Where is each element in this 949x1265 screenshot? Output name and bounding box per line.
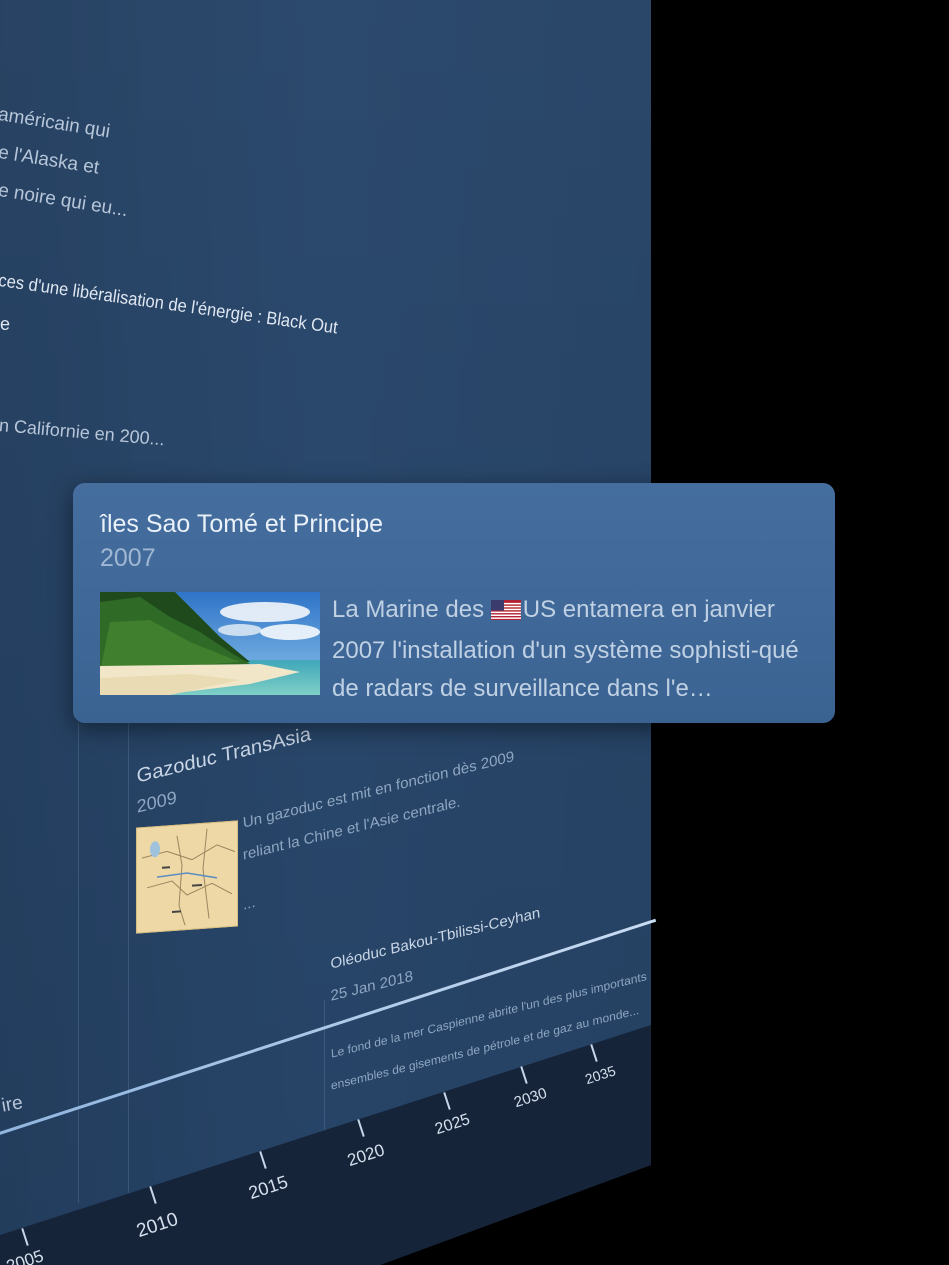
event-description: La Marine des US entamera en janvier 200… [332,591,817,708]
event-year: 2007 [100,544,156,572]
timeline-guide-line [78,723,79,1203]
event-fragment-4[interactable]: ire [0,1092,25,1117]
app-stage: américain qui e l'Alaska et e noire qui … [0,0,949,1265]
event-description-text: La Marine des [332,596,491,623]
event-card-sao-tome[interactable]: îles Sao Tomé et Principe 2007 La Marine… [73,483,835,723]
us-flag-icon [490,594,521,632]
timeline-guide-line [324,1000,325,1130]
event-fragment-line: e [0,314,11,334]
beach-thumbnail-image [100,592,320,695]
event-description-line: ... [242,893,257,914]
map-thumbnail-image [136,820,238,934]
event-title: îles Sao Tomé et Principe [100,510,384,538]
timeline-guide-line [128,723,129,1193]
